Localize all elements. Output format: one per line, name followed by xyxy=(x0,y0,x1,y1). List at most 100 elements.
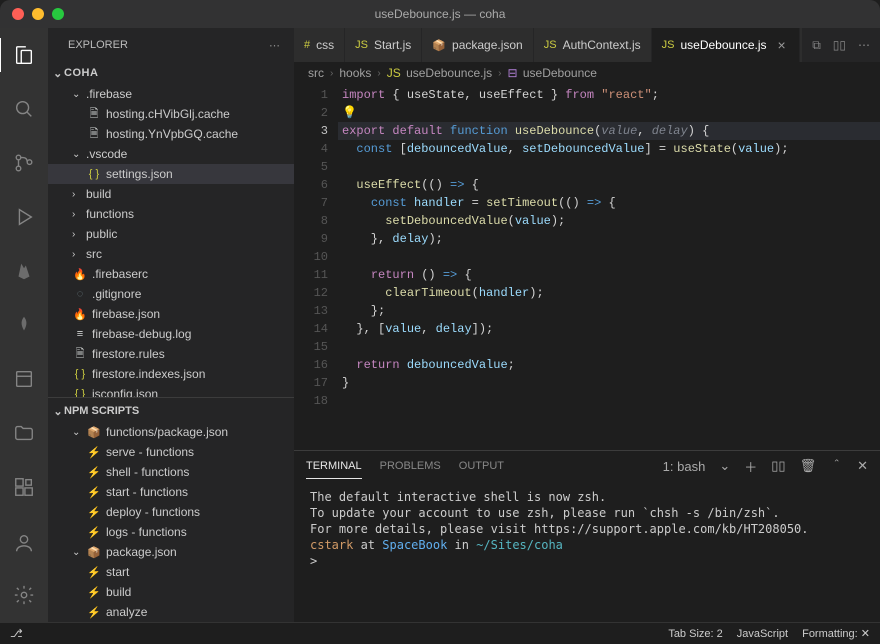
npm-script-item[interactable]: ⚡deploy - functions xyxy=(48,502,294,522)
code-line[interactable]: setDebouncedValue(value); xyxy=(342,212,880,230)
code-line[interactable]: return debouncedValue; xyxy=(342,356,880,374)
code-content[interactable]: import { useState, useEffect } from "rea… xyxy=(342,84,880,450)
breadcrumb-item[interactable]: hooks xyxy=(339,66,371,80)
folder-item[interactable]: ›build xyxy=(48,184,294,204)
chevron-up-icon[interactable]: ＾ xyxy=(830,457,843,476)
js-file-icon: # xyxy=(304,39,310,51)
folder-item[interactable]: ›src xyxy=(48,244,294,264)
code-line[interactable]: useEffect(() => { xyxy=(342,176,880,194)
script-icon: ⚡ xyxy=(86,564,102,580)
file-item[interactable]: { }settings.json xyxy=(48,164,294,184)
npm-package-item[interactable]: ⌄📦functions/package.json xyxy=(48,422,294,442)
code-line[interactable]: import { useState, useEffect } from "rea… xyxy=(342,86,880,104)
npm-script-item[interactable]: ⚡shell - functions xyxy=(48,462,294,482)
terminal-name[interactable]: 1: bash xyxy=(663,459,706,474)
remote-indicator-icon[interactable]: ⎇ xyxy=(10,627,23,640)
close-panel-icon[interactable]: ✕ xyxy=(857,458,868,474)
activitybar-mongo-icon[interactable] xyxy=(0,308,48,342)
activitybar-explorer-icon[interactable] xyxy=(0,38,47,72)
package-icon: 📦 xyxy=(86,544,102,560)
code-line[interactable]: export default function useDebounce(valu… xyxy=(338,122,880,140)
activitybar-project-icon[interactable] xyxy=(0,362,48,396)
npm-script-item[interactable]: ⚡logs - functions xyxy=(48,522,294,542)
npm-package-item[interactable]: ⌄📦package.json xyxy=(48,542,294,562)
statusbar-item[interactable]: JavaScript xyxy=(737,628,788,640)
panel-tab[interactable]: PROBLEMS xyxy=(380,454,441,479)
line-number: 10 xyxy=(294,248,328,266)
split-terminal-icon[interactable]: ▯▯ xyxy=(771,458,785,474)
statusbar-item[interactable]: Formatting: ✕ xyxy=(802,627,870,640)
breadcrumbs[interactable]: src›hooks›JS useDebounce.js›⊟ useDebounc… xyxy=(294,62,880,84)
close-button[interactable] xyxy=(12,8,24,20)
activitybar-scm-icon[interactable] xyxy=(0,146,48,180)
editor-tab[interactable]: JSAuthContext.js xyxy=(534,28,652,62)
editor-tab[interactable]: JSStart.js xyxy=(345,28,422,62)
compare-icon[interactable]: ⧉ xyxy=(812,38,821,53)
file-item[interactable]: 🗎firestore.rules xyxy=(48,344,294,364)
panel-tab[interactable]: TERMINAL xyxy=(306,454,362,479)
file-item[interactable]: { }firestore.indexes.json xyxy=(48,364,294,384)
activitybar-search-icon[interactable] xyxy=(0,92,48,126)
statusbar-item[interactable]: Tab Size: 2 xyxy=(668,628,722,640)
statusbar-right: Tab Size: 2 JavaScript Formatting: ✕ xyxy=(668,627,870,640)
code-line[interactable] xyxy=(342,338,880,356)
file-item[interactable]: { }jsconfig.json xyxy=(48,384,294,397)
new-terminal-icon[interactable]: ＋ xyxy=(744,457,757,476)
file-item[interactable]: 🔥firebase.json xyxy=(48,304,294,324)
activitybar-account-icon[interactable] xyxy=(0,526,48,560)
terminal-body[interactable]: The default interactive shell is now zsh… xyxy=(294,481,880,622)
split-editor-icon[interactable]: ▯▯ xyxy=(833,38,846,52)
npm-script-item[interactable]: ⚡analyze xyxy=(48,602,294,622)
item-label: start xyxy=(106,565,129,579)
activitybar-firebase-icon[interactable] xyxy=(0,254,48,288)
code-line[interactable]: }; xyxy=(342,302,880,320)
folder-item[interactable]: ⌄.vscode xyxy=(48,144,294,164)
npm-script-item[interactable]: ⚡build xyxy=(48,582,294,602)
code-line[interactable]: }, [value, delay]); xyxy=(342,320,880,338)
maximize-button[interactable] xyxy=(52,8,64,20)
breadcrumb-item[interactable]: ⊟ useDebounce xyxy=(507,66,596,80)
panel-tab[interactable]: OUTPUT xyxy=(459,454,504,479)
file-item[interactable]: ◌.gitignore xyxy=(48,284,294,304)
close-icon[interactable]: × xyxy=(775,37,789,53)
sidebar-more-icon[interactable]: ⋯ xyxy=(269,39,282,52)
file-item[interactable]: ≡firebase-debug.log xyxy=(48,324,294,344)
code-line[interactable]: } xyxy=(342,374,880,392)
tab-label: css xyxy=(316,38,334,52)
more-actions-icon[interactable]: ⋯ xyxy=(858,38,870,52)
folder-item[interactable]: ›public xyxy=(48,224,294,244)
code-line[interactable]: const handler = setTimeout(() => { xyxy=(342,194,880,212)
code-line[interactable] xyxy=(342,248,880,266)
code-editor[interactable]: 123456789101112131415161718 import { use… xyxy=(294,84,880,450)
code-line[interactable] xyxy=(342,392,880,410)
activitybar-debug-icon[interactable] xyxy=(0,200,48,234)
breadcrumb-item[interactable]: src xyxy=(308,66,324,80)
npm-header[interactable]: ⌄ NPM SCRIPTS xyxy=(48,400,294,422)
code-line[interactable]: 💡 xyxy=(342,104,880,122)
minimize-button[interactable] xyxy=(32,8,44,20)
editor-tab[interactable]: JSuseDebounce.js× xyxy=(652,28,800,62)
code-line[interactable]: const [debouncedValue, setDebouncedValue… xyxy=(342,140,880,158)
project-header[interactable]: ⌄ COHA xyxy=(48,62,294,84)
code-line[interactable]: return () => { xyxy=(342,266,880,284)
editor-tab[interactable]: # css xyxy=(294,28,345,62)
npm-script-item[interactable]: ⚡ start xyxy=(48,562,294,582)
npm-script-item[interactable]: ⚡start - functions xyxy=(48,482,294,502)
code-line[interactable]: }, delay); xyxy=(342,230,880,248)
activitybar-settings-icon[interactable] xyxy=(0,578,48,612)
chevron-down-icon[interactable]: ⌄ xyxy=(719,458,730,474)
file-item[interactable]: 🗎hosting.YnVpbGQ.cache xyxy=(48,124,294,144)
code-line[interactable]: clearTimeout(handler); xyxy=(342,284,880,302)
file-item[interactable]: 🔥.firebaserc xyxy=(48,264,294,284)
breadcrumb-item[interactable]: JS useDebounce.js xyxy=(387,66,492,80)
activitybar-folder-icon[interactable] xyxy=(0,416,48,450)
folder-item[interactable]: ⌄.firebase xyxy=(48,84,294,104)
editor-tab[interactable]: 📦package.json xyxy=(422,28,533,62)
file-item[interactable]: 🗎hosting.cHVibGlj.cache xyxy=(48,104,294,124)
code-line[interactable] xyxy=(342,158,880,176)
folder-item[interactable]: ›functions xyxy=(48,204,294,224)
activitybar-extensions-icon[interactable] xyxy=(0,470,48,504)
trash-icon[interactable]: 🗑 xyxy=(800,458,817,474)
npm-script-item[interactable]: ⚡serve - functions xyxy=(48,442,294,462)
chevron-right-icon: › xyxy=(377,68,380,79)
